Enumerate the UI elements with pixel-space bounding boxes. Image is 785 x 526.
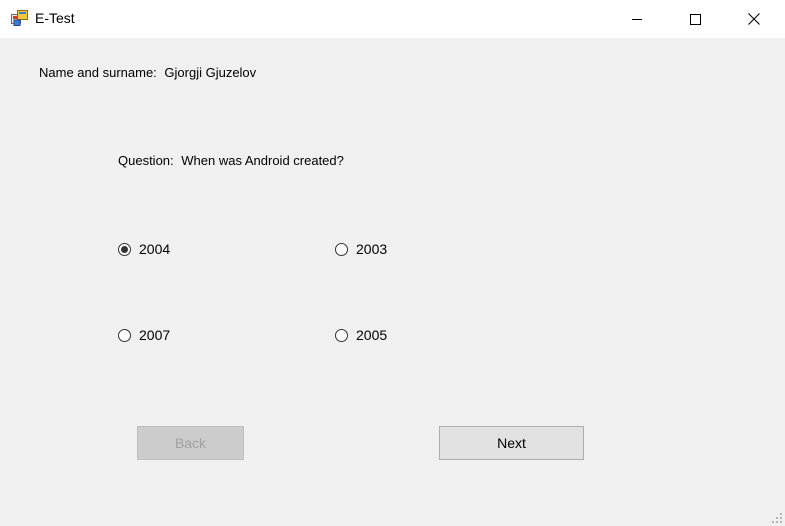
minimize-icon <box>632 19 642 20</box>
answer-radio-2004[interactable]: 2004 <box>118 241 170 257</box>
question-label: Question: When was Android created? <box>118 153 344 168</box>
resize-grip-icon[interactable] <box>771 512 783 524</box>
answer-label: 2005 <box>356 327 388 343</box>
back-button[interactable]: Back <box>137 426 244 460</box>
maximize-icon <box>689 13 701 25</box>
answer-label: 2004 <box>139 241 171 257</box>
answer-radio-2007[interactable]: 2007 <box>118 327 170 343</box>
close-icon <box>748 13 760 25</box>
radio-circle[interactable] <box>335 328 348 342</box>
answer-label: 2007 <box>139 327 171 343</box>
maximize-button[interactable] <box>666 0 724 38</box>
question-label-text: Question: <box>118 153 174 168</box>
radio-circle[interactable] <box>335 242 348 256</box>
answer-radio-2003[interactable]: 2003 <box>335 241 387 257</box>
question-text: When was Android created? <box>181 153 344 168</box>
answer-radio-2005[interactable]: 2005 <box>335 327 387 343</box>
student-label-text: Name and surname: <box>39 65 157 80</box>
radio-circle[interactable] <box>118 242 131 256</box>
minimize-button[interactable] <box>608 0 666 38</box>
next-button[interactable]: Next <box>439 426 584 460</box>
window-title: E-Test <box>35 10 75 26</box>
app-icon <box>11 10 28 26</box>
close-button[interactable] <box>725 0 783 38</box>
student-label: Name and surname: Gjorgji Gjuzelov <box>39 65 256 80</box>
radio-circle[interactable] <box>118 328 131 342</box>
student-name: Gjorgji Gjuzelov <box>164 65 257 80</box>
title-bar: E-Test <box>0 0 785 38</box>
form-body: Name and surname: Gjorgji Gjuzelov Quest… <box>0 38 785 526</box>
answer-label: 2003 <box>356 241 388 257</box>
